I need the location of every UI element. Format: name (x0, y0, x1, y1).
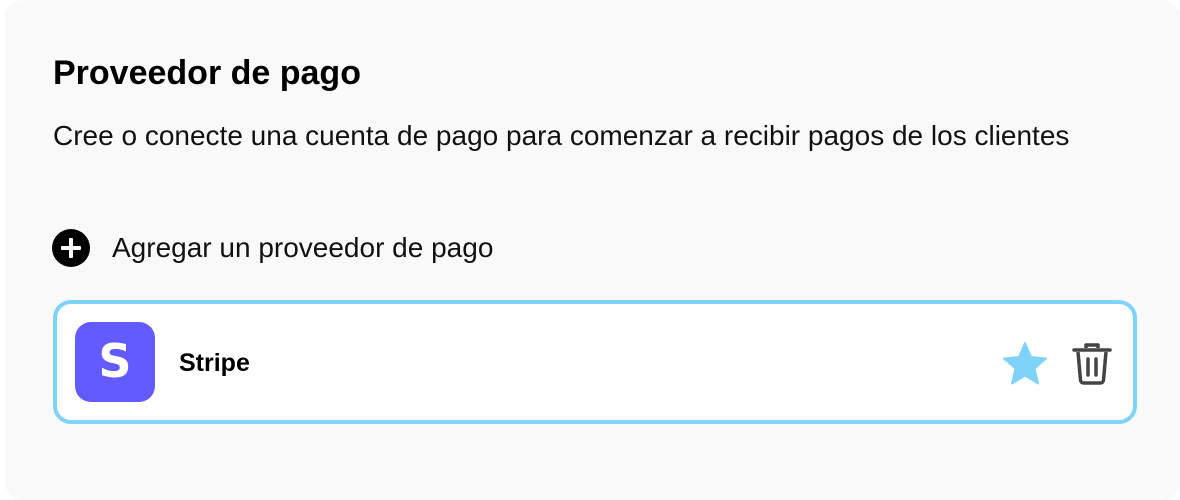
add-provider-label: Agregar un proveedor de pago (112, 232, 494, 263)
plus-circle-icon (52, 229, 90, 267)
add-provider-button[interactable]: Agregar un proveedor de pago (52, 226, 493, 270)
section-title: Proveedor de pago (53, 54, 361, 92)
provider-item-stripe[interactable]: S Stripe (53, 300, 1137, 424)
provider-name: Stripe (179, 349, 250, 377)
payment-provider-card: Proveedor de pago Cree o conecte una cue… (5, 0, 1180, 500)
trash-icon[interactable] (1071, 342, 1113, 386)
stripe-logo: S (75, 322, 155, 402)
star-icon[interactable] (1001, 340, 1049, 388)
stripe-logo-letter: S (98, 334, 132, 388)
section-description: Cree o conecte una cuenta de pago para c… (53, 120, 1070, 151)
